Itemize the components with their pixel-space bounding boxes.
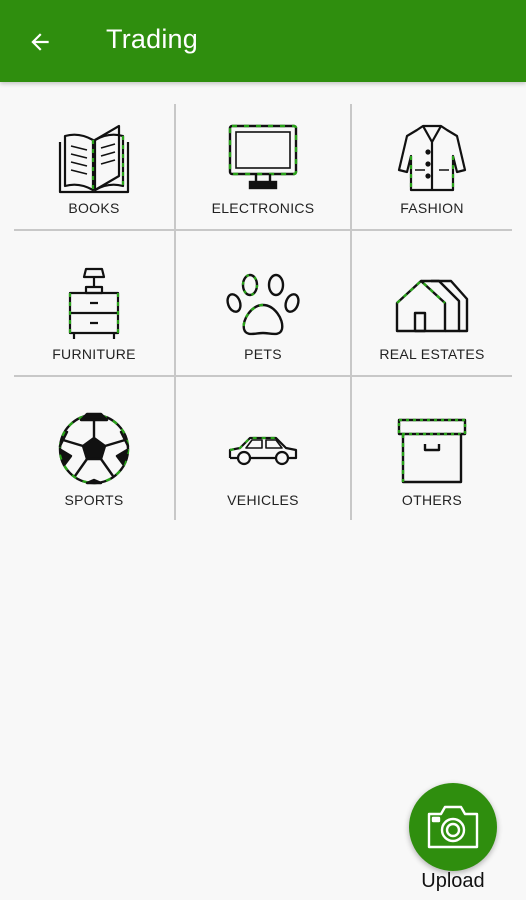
monitor-icon bbox=[223, 118, 303, 198]
page-title: Trading bbox=[106, 24, 198, 54]
category-label: OTHERS bbox=[401, 492, 463, 508]
arrow-left-icon bbox=[31, 33, 49, 51]
category-electronics[interactable]: ELECTRONICS bbox=[176, 104, 350, 229]
category-sports[interactable]: SPORTS bbox=[14, 377, 174, 520]
category-furniture[interactable]: FURNITURE bbox=[14, 231, 174, 375]
houses-icon bbox=[392, 265, 472, 345]
category-label: VEHICLES bbox=[227, 492, 299, 508]
upload-label: Upload bbox=[421, 870, 485, 892]
category-label: PETS bbox=[244, 346, 282, 362]
category-others[interactable]: OTHERS bbox=[352, 377, 512, 520]
back-button[interactable] bbox=[20, 22, 60, 62]
category-label: SPORTS bbox=[64, 492, 124, 508]
category-vehicles[interactable]: VEHICLES bbox=[176, 377, 350, 520]
category-grid: BOOKS ELECTRONICS FASHION FURNITURE PETS… bbox=[14, 104, 512, 520]
coat-icon bbox=[392, 118, 472, 198]
book-icon bbox=[54, 118, 134, 198]
car-icon bbox=[223, 409, 303, 489]
category-label: FASHION bbox=[400, 200, 464, 216]
app-bar: Trading bbox=[0, 0, 526, 82]
category-label: ELECTRONICS bbox=[211, 200, 315, 216]
soccer-ball-icon bbox=[54, 409, 134, 489]
category-books[interactable]: BOOKS bbox=[14, 104, 174, 229]
category-label: FURNITURE bbox=[52, 346, 136, 362]
category-real-estates[interactable]: REAL ESTATES bbox=[352, 231, 512, 375]
paw-icon bbox=[223, 265, 303, 345]
category-label: REAL ESTATES bbox=[379, 346, 485, 362]
category-fashion[interactable]: FASHION bbox=[352, 104, 512, 229]
nightstand-lamp-icon bbox=[54, 265, 134, 345]
box-icon bbox=[392, 409, 472, 489]
camera-icon bbox=[427, 805, 479, 849]
upload-button[interactable] bbox=[409, 783, 497, 871]
category-label: BOOKS bbox=[68, 200, 120, 216]
category-pets[interactable]: PETS bbox=[176, 231, 350, 375]
